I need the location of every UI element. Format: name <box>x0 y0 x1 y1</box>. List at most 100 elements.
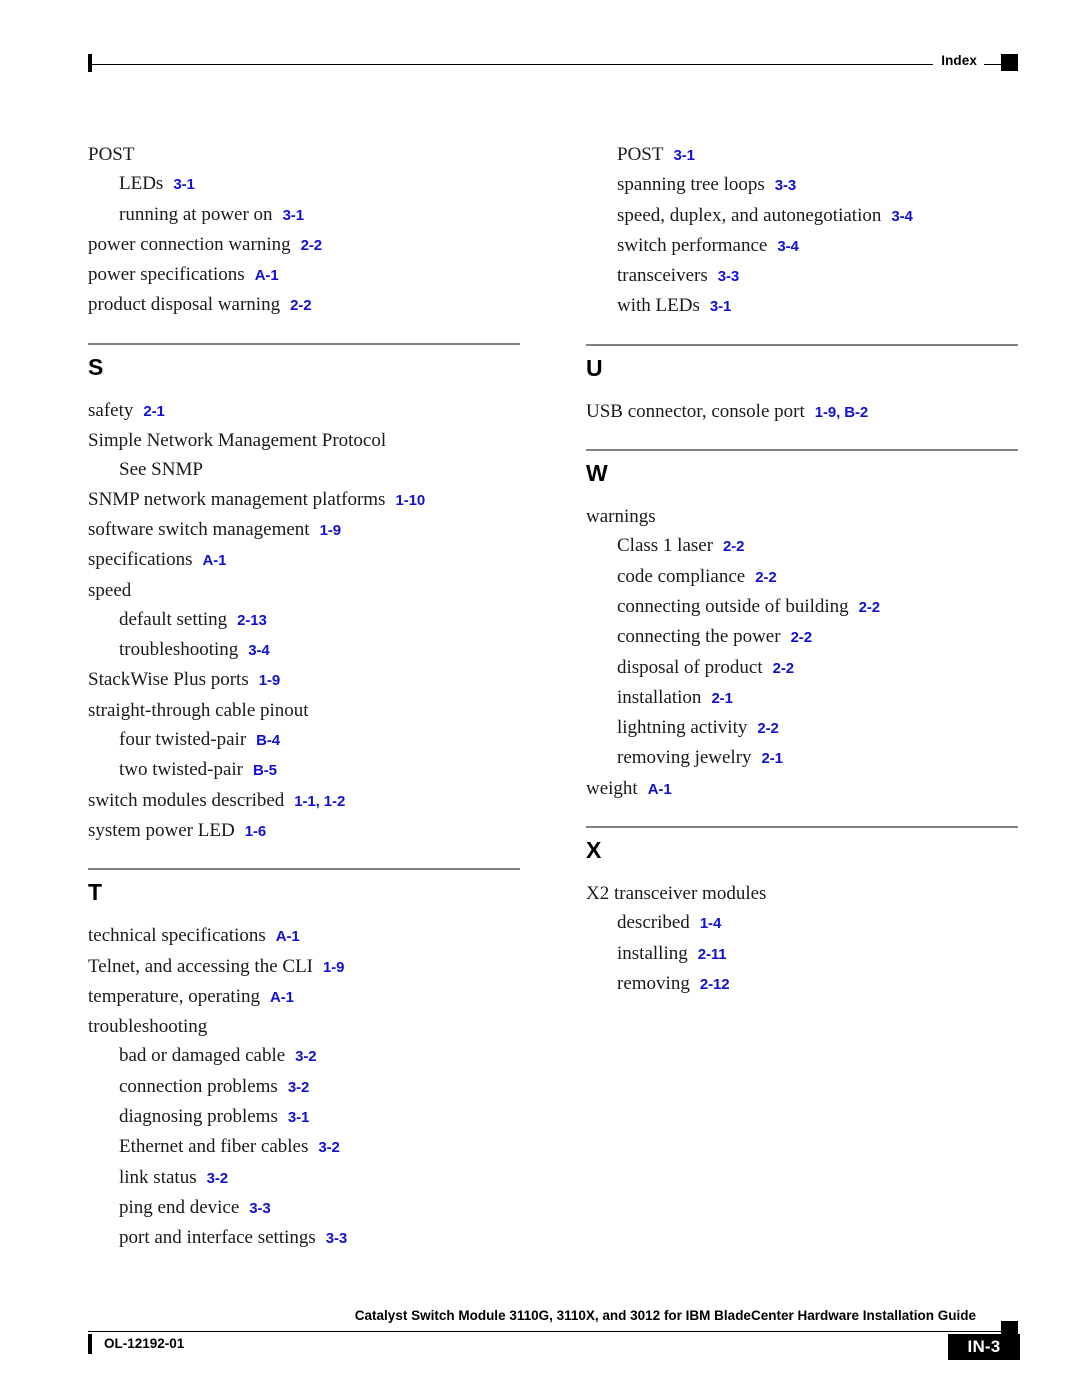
index-section-u: U USB connector, console port 1-9, B-2 <box>586 322 1018 427</box>
index-entry-page-reference[interactable]: 1-6 <box>235 823 266 840</box>
index-entry-term: SNMP network management platforms <box>88 488 386 510</box>
index-entry-term: POST <box>88 144 135 165</box>
index-entry-page-reference[interactable]: 3-2 <box>197 1170 228 1187</box>
index-entry-page-reference[interactable]: 2-2 <box>747 720 778 737</box>
index-entry-page-reference[interactable]: B-4 <box>246 732 280 749</box>
index-entry-page-reference[interactable]: 2-2 <box>781 629 812 646</box>
index-entry-term: Simple Network Management Protocol <box>88 430 387 452</box>
index-entry-page-reference[interactable]: 2-2 <box>763 660 794 677</box>
index-entry: connecting the power 2-2 <box>586 622 1018 652</box>
index-entry-term: specifications <box>88 549 193 571</box>
index-entry: running at power on 3-1 <box>88 200 520 230</box>
index-entry-page-reference[interactable]: 3-1 <box>278 1109 309 1126</box>
index-entry-page-reference[interactable]: 1-4 <box>690 915 721 932</box>
index-entry-term: code compliance <box>617 565 746 587</box>
index-entry-page-reference[interactable]: 3-1 <box>663 147 694 164</box>
header-left-tick-icon <box>88 54 92 72</box>
index-entry-term: connecting outside of building <box>617 595 849 617</box>
index-entry-term: POST <box>617 144 664 165</box>
index-entry-page-reference[interactable]: 3-3 <box>765 177 796 194</box>
index-entry-page-reference[interactable]: 2-2 <box>291 237 322 254</box>
index-entry: with LEDs 3-1 <box>586 291 1018 321</box>
index-entry: Class 1 laser 2-2 <box>586 531 1018 561</box>
index-entry: port and interface settings 3-3 <box>88 1223 520 1253</box>
index-entry-page-reference[interactable]: 3-4 <box>767 238 798 255</box>
black-square-marker-icon <box>1001 54 1018 71</box>
index-entry-page-reference[interactable]: 1-10 <box>385 492 425 509</box>
index-entry-page-reference[interactable]: A-1 <box>192 552 226 569</box>
index-entry-page-reference[interactable]: 2-1 <box>133 403 164 420</box>
index-entry: described 1-4 <box>586 908 1018 938</box>
index-entry-page-reference[interactable]: 3-3 <box>239 1200 270 1217</box>
index-entry: X2 transceiver modules <box>586 879 1018 908</box>
index-entry-page-reference[interactable]: 3-2 <box>278 1079 309 1096</box>
index-entry: switch modules described 1-1, 1-2 <box>88 786 520 816</box>
index-entry-page-reference[interactable]: 2-1 <box>701 690 732 707</box>
index-entry-term: connection problems <box>119 1075 278 1097</box>
index-entry-term: warnings <box>586 506 656 528</box>
section-letter-heading: S <box>88 353 104 380</box>
index-entry-page-reference[interactable]: 3-2 <box>308 1139 339 1156</box>
index-entry: diagnosing problems 3-1 <box>88 1102 520 1132</box>
index-entry-page-reference[interactable]: 2-11 <box>688 946 727 963</box>
index-entry-term: Ethernet and fiber cables <box>119 1136 309 1158</box>
index-entry-term: with LEDs <box>617 295 700 317</box>
index-entry-page-reference[interactable]: 2-1 <box>752 750 783 767</box>
index-entry-page-reference[interactable]: 1-1, 1-2 <box>284 793 345 810</box>
index-entry-page-reference[interactable]: A-1 <box>260 989 294 1006</box>
index-entry: spanning tree loops 3-3 <box>586 170 1018 200</box>
index-entry-page-reference[interactable]: 2-2 <box>280 297 311 314</box>
index-entry-term: speed, duplex, and autonegotiation <box>617 204 882 226</box>
section-divider-rule <box>586 343 1018 346</box>
index-entry: installing 2-11 <box>586 939 1018 969</box>
index-entry-term: USB connector, console port <box>586 400 805 422</box>
index-entry-page-reference[interactable]: 3-4 <box>238 642 269 659</box>
index-entry-page-reference[interactable]: 3-3 <box>316 1230 347 1247</box>
index-entry-term: four twisted-pair <box>119 729 247 751</box>
index-entry: Telnet, and accessing the CLI 1-9 <box>88 952 520 982</box>
footer-left-tick-icon <box>88 1334 92 1354</box>
index-entry-page-reference[interactable]: 3-3 <box>708 268 739 285</box>
index-entry-term: temperature, operating <box>88 985 260 1007</box>
index-entry: default setting 2-13 <box>88 605 520 635</box>
index-entry-term: disposal of product <box>617 656 763 678</box>
index-entry-page-reference[interactable]: 1-9 <box>249 672 280 689</box>
index-entry-term: switch performance <box>617 234 768 256</box>
index-entry-term: See SNMP <box>119 459 203 481</box>
index-entry-term: X2 transceiver modules <box>586 883 767 905</box>
index-entry-page-reference[interactable]: 1-9 <box>313 959 344 976</box>
index-entry: removing jewelry 2-1 <box>586 743 1018 773</box>
index-entry-page-reference[interactable]: 2-2 <box>849 599 880 616</box>
index-entry-term: port and interface settings <box>119 1227 316 1249</box>
page-header: Index <box>88 48 1018 82</box>
index-entry-page-reference[interactable]: 1-9 <box>310 522 341 539</box>
index-entry-page-reference[interactable]: 3-1 <box>273 207 304 224</box>
index-entry-term: removing jewelry <box>617 747 752 769</box>
index-entry-page-reference[interactable]: A-1 <box>638 781 672 798</box>
index-entry: safety 2-1 <box>88 396 520 426</box>
index-entry-page-reference[interactable]: 2-2 <box>713 538 744 555</box>
index-entry-page-reference[interactable]: 3-1 <box>700 298 731 315</box>
index-entry-page-reference[interactable]: B-5 <box>243 762 277 779</box>
index-entry-page-reference[interactable]: 2-2 <box>745 569 776 586</box>
index-entry: straight-through cable pinout <box>88 696 520 725</box>
index-entry: temperature, operating A-1 <box>88 982 520 1012</box>
index-entry-page-reference[interactable]: A-1 <box>245 267 279 284</box>
index-entry-page-reference[interactable]: 2-13 <box>227 612 267 629</box>
index-entry-page-reference[interactable]: A-1 <box>266 928 300 945</box>
index-entry: speed <box>88 576 520 605</box>
index-entry-page-reference[interactable]: 3-2 <box>285 1048 316 1065</box>
index-entry-page-reference[interactable]: 1-9, B-2 <box>805 404 868 421</box>
index-entry-page-reference[interactable]: 2-12 <box>690 976 730 993</box>
index-entry: Ethernet and fiber cables 3-2 <box>88 1132 520 1162</box>
index-entry: bad or damaged cable 3-2 <box>88 1041 520 1071</box>
index-entry-term: bad or damaged cable <box>119 1045 286 1067</box>
index-entry: lightning activity 2-2 <box>586 713 1018 743</box>
index-entry: StackWise Plus ports 1-9 <box>88 665 520 695</box>
index-entry: system power LED 1-6 <box>88 816 520 846</box>
index-entry-page-reference[interactable]: 3-4 <box>881 208 912 225</box>
index-entry-page-reference[interactable]: 3-1 <box>163 176 194 193</box>
